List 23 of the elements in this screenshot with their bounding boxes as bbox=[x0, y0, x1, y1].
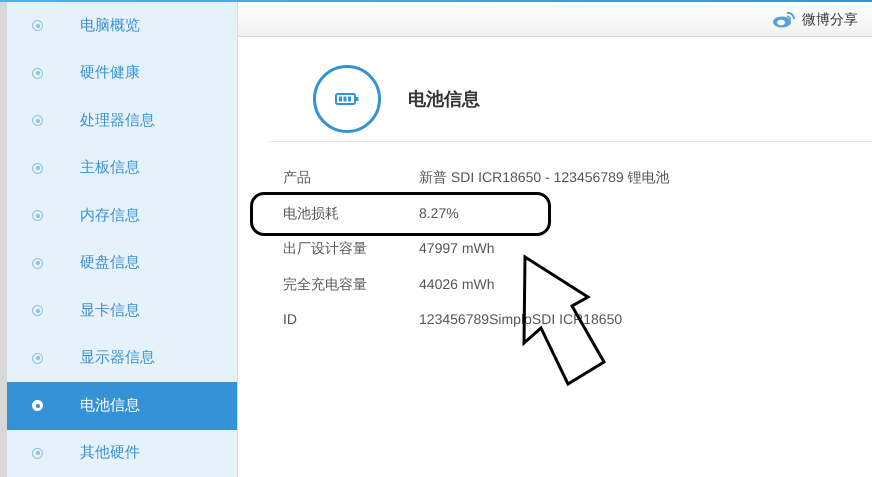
sidebar-item[interactable]: 处理器信息 bbox=[7, 97, 237, 144]
field-label: 出厂设计容量 bbox=[283, 239, 368, 258]
weibo-icon bbox=[772, 10, 796, 28]
field-value: 44026 mWh bbox=[419, 274, 494, 294]
field-label: 完全充电容量 bbox=[283, 274, 368, 294]
field-label: ID bbox=[283, 310, 298, 330]
field-value: 8.27% bbox=[419, 204, 459, 223]
sidebar-item[interactable]: 显示器信息 bbox=[7, 334, 237, 382]
sidebar-item[interactable]: 硬盘信息 bbox=[7, 240, 237, 287]
sidebar-item[interactable]: 内存信息 bbox=[7, 192, 237, 240]
field-value: 新普 SDI ICR18650 - 123456789 锂电池 bbox=[419, 168, 670, 188]
sidebar-item[interactable]: 电脑概览 bbox=[7, 2, 237, 50]
field-label: 产品 bbox=[283, 168, 312, 188]
sidebar-item[interactable]: 显卡信息 bbox=[7, 287, 237, 334]
share-button[interactable]: 微博分享 bbox=[772, 8, 858, 30]
field-value: 47997 mWh bbox=[419, 239, 494, 258]
sidebar-item[interactable]: 其他硬件 bbox=[7, 430, 237, 477]
sidebar-item[interactable]: 硬件健康 bbox=[7, 50, 237, 97]
section-title: 电池信息 bbox=[408, 88, 480, 110]
sidebar-item[interactable]: 主板信息 bbox=[7, 144, 237, 192]
field-label: 电池损耗 bbox=[283, 204, 340, 223]
battery-icon bbox=[313, 65, 381, 133]
sidebar-item[interactable]: 电池信息 bbox=[7, 382, 237, 430]
